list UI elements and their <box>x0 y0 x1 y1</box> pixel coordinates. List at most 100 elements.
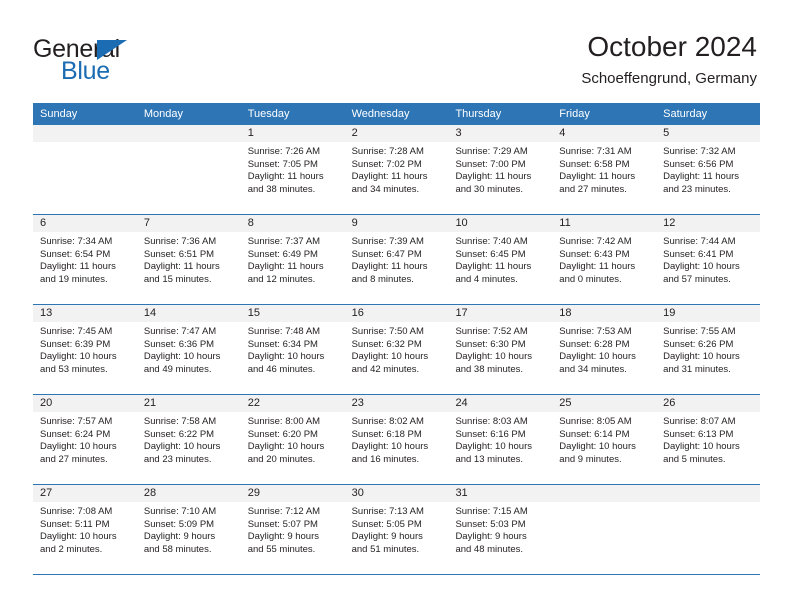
day-number: 3 <box>455 127 462 139</box>
day-info-line: and 46 minutes. <box>247 363 316 375</box>
day-cell[interactable]: 25 Sunrise: 8:05 AM Sunset: 6:14 PM Dayligh… <box>552 395 657 484</box>
day-info-line: Daylight: 10 hours <box>351 351 429 363</box>
day-cell[interactable]: 31 Sunrise: 7:15 AM Sunset: 5:03 PM Dayligh… <box>448 485 553 574</box>
day-number-band: 12 <box>656 215 761 232</box>
day-info-line: and 57 minutes. <box>663 273 731 285</box>
day-cell[interactable]: 4 Sunrise: 7:31 AM Sunset: 6:58 PM Daylight… <box>552 125 657 214</box>
day-cell[interactable]: 17 Sunrise: 7:52 AM Sunset: 6:30 PM Dayligh… <box>448 305 553 394</box>
day-cell[interactable]: 30 Sunrise: 7:13 AM Sunset: 5:05 PM Dayligh… <box>344 485 449 574</box>
day-sun-info: Sunrise: 7:13 AM Sunset: 5:05 PM Daylight:… <box>345 502 449 556</box>
day-cell[interactable]: 28 Sunrise: 7:10 AM Sunset: 5:09 PM Dayligh… <box>136 485 241 574</box>
day-number: 12 <box>663 217 676 229</box>
day-info-line: Sunrise: 7:37 AM <box>247 236 321 247</box>
day-cell[interactable]: 15 Sunrise: 7:48 AM Sunset: 6:34 PM Dayligh… <box>240 305 345 394</box>
day-info-line: Sunrise: 7:57 AM <box>40 416 113 427</box>
day-cell[interactable]: 21 Sunrise: 7:58 AM Sunset: 6:22 PM Dayligh… <box>136 395 241 484</box>
day-info-line: Sunrise: 7:15 AM <box>455 506 528 517</box>
calendar-grid: Sunday Monday Tuesday Wednesday Thursday Frid… <box>33 103 761 575</box>
day-cell[interactable]: 20 Sunrise: 7:57 AM Sunset: 6:24 PM Dayligh… <box>33 395 137 484</box>
day-number-band: 1 <box>240 125 345 142</box>
day-sun-info <box>33 142 137 146</box>
day-cell[interactable]: 3 Sunrise: 7:29 AM Sunset: 7:00 PM Daylight… <box>448 125 553 214</box>
day-cell[interactable]: 14 Sunrise: 7:47 AM Sunset: 6:36 PM Dayligh… <box>136 305 241 394</box>
day-cell[interactable]: 23 Sunrise: 8:02 AM Sunset: 6:18 PM Dayligh… <box>344 395 449 484</box>
day-cell[interactable]: 7 Sunrise: 7:36 AM Sunset: 6:51 PM Daylight… <box>136 215 241 304</box>
day-cell[interactable]: 9 Sunrise: 7:39 AM Sunset: 6:47 PM Daylight… <box>344 215 449 304</box>
day-number: 31 <box>455 487 468 499</box>
day-info-line: and 51 minutes. <box>351 543 420 555</box>
day-info-line: and 34 minutes. <box>351 183 420 195</box>
day-info-line: Daylight: 11 hours <box>143 261 220 273</box>
day-info-line: Sunset: 5:09 PM <box>143 518 215 530</box>
day-info-line: Daylight: 11 hours <box>40 261 116 273</box>
day-info-line: Sunrise: 7:58 AM <box>143 416 217 427</box>
day-sun-info: Sunrise: 7:08 AM Sunset: 5:11 PM Daylight:… <box>33 502 137 556</box>
day-info-line: Daylight: 10 hours <box>351 441 429 453</box>
day-info-line: Daylight: 11 hours <box>247 261 324 273</box>
day-number: 25 <box>559 397 572 409</box>
day-cell[interactable]: 18 Sunrise: 7:53 AM Sunset: 6:28 PM Dayligh… <box>552 305 657 394</box>
day-info-line: and 55 minutes. <box>247 543 316 555</box>
day-info-line: Sunrise: 7:29 AM <box>455 146 528 157</box>
day-info-line: and 27 minutes. <box>40 453 108 465</box>
day-cell[interactable]: 13 Sunrise: 7:45 AM Sunset: 6:39 PM Dayligh… <box>33 305 137 394</box>
day-cell[interactable]: 22 Sunrise: 8:00 AM Sunset: 6:20 PM Dayligh… <box>240 395 345 484</box>
day-info-line: Sunset: 6:28 PM <box>559 338 630 350</box>
day-cell[interactable]: 1 Sunrise: 7:26 AM Sunset: 7:05 PM Daylight… <box>240 125 345 214</box>
day-cell[interactable]: 2 Sunrise: 7:28 AM Sunset: 7:02 PM Daylight… <box>344 125 449 214</box>
day-sun-info: Sunrise: 7:28 AM Sunset: 7:02 PM Daylight:… <box>345 142 449 196</box>
weekday-header-row: Sunday Monday Tuesday Wednesday Thursday Frid… <box>33 103 760 125</box>
day-cell[interactable]: 19 Sunrise: 7:55 AM Sunset: 6:26 PM Dayligh… <box>656 305 761 394</box>
day-number: 11 <box>559 217 571 229</box>
day-info-line: Daylight: 10 hours <box>559 351 636 363</box>
day-cell[interactable]: 24 Sunrise: 8:03 AM Sunset: 6:16 PM Dayligh… <box>448 395 553 484</box>
week-row: 13 Sunrise: 7:45 AM Sunset: 6:39 PM Dayligh… <box>33 305 761 395</box>
day-cell[interactable]: 27 Sunrise: 7:08 AM Sunset: 5:11 PM Dayligh… <box>33 485 137 574</box>
day-cell-empty <box>656 485 761 574</box>
day-info-line: Daylight: 10 hours <box>559 441 636 453</box>
day-number-band: 22 <box>240 395 345 412</box>
day-sun-info: Sunrise: 7:36 AM Sunset: 6:51 PM Daylight:… <box>137 232 241 286</box>
day-number-band: 13 <box>33 305 137 322</box>
day-sun-info <box>656 502 760 506</box>
day-cell[interactable]: 16 Sunrise: 7:50 AM Sunset: 6:32 PM Dayligh… <box>344 305 449 394</box>
day-cell[interactable]: 29 Sunrise: 7:12 AM Sunset: 5:07 PM Dayligh… <box>240 485 345 574</box>
day-cell[interactable]: 8 Sunrise: 7:37 AM Sunset: 6:49 PM Daylight… <box>240 215 345 304</box>
day-info-line: Sunset: 6:36 PM <box>143 338 215 350</box>
day-info-line: Sunset: 6:32 PM <box>351 338 422 350</box>
day-info-line: Sunset: 7:00 PM <box>455 158 526 170</box>
day-info-line: Sunset: 6:24 PM <box>40 428 111 440</box>
day-info-line: Sunset: 6:20 PM <box>247 428 318 440</box>
day-info-line: Sunset: 5:03 PM <box>455 518 526 530</box>
day-info-line: Sunrise: 7:55 AM <box>663 326 736 337</box>
weekday-header-tuesday: Tuesday <box>247 108 290 120</box>
day-number-band: 10 <box>448 215 553 232</box>
day-number: 26 <box>663 397 676 409</box>
day-cell[interactable]: 26 Sunrise: 8:07 AM Sunset: 6:13 PM Dayligh… <box>656 395 761 484</box>
day-info-line: and 5 minutes. <box>663 453 726 465</box>
day-info-line: and 2 minutes. <box>40 543 103 555</box>
day-sun-info: Sunrise: 7:34 AM Sunset: 6:54 PM Daylight:… <box>33 232 137 286</box>
day-info-line: Sunset: 6:56 PM <box>663 158 734 170</box>
day-cell[interactable]: 6 Sunrise: 7:34 AM Sunset: 6:54 PM Daylight… <box>33 215 137 304</box>
day-cell[interactable]: 5 Sunrise: 7:32 AM Sunset: 6:56 PM Daylight… <box>656 125 761 214</box>
day-number-band: 24 <box>448 395 553 412</box>
day-info-line: and 53 minutes. <box>40 363 108 375</box>
day-number-band: 25 <box>552 395 657 412</box>
day-number-band <box>33 125 137 142</box>
day-sun-info: Sunrise: 7:29 AM Sunset: 7:00 PM Daylight:… <box>448 142 552 196</box>
day-number-band: 26 <box>656 395 761 412</box>
day-info-line: Sunrise: 7:34 AM <box>40 236 113 247</box>
day-info-line: Sunset: 6:54 PM <box>40 248 111 260</box>
day-number: 22 <box>247 397 260 409</box>
day-info-line: Sunset: 7:02 PM <box>351 158 422 170</box>
day-info-line: Daylight: 10 hours <box>663 261 740 273</box>
day-cell[interactable]: 11 Sunrise: 7:42 AM Sunset: 6:43 PM Dayligh… <box>552 215 657 304</box>
day-cell[interactable]: 12 Sunrise: 7:44 AM Sunset: 6:41 PM Dayligh… <box>656 215 761 304</box>
day-sun-info: Sunrise: 7:40 AM Sunset: 6:45 PM Daylight:… <box>448 232 552 286</box>
day-info-line: Sunset: 6:45 PM <box>455 248 526 260</box>
day-cell[interactable]: 10 Sunrise: 7:40 AM Sunset: 6:45 PM Dayligh… <box>448 215 553 304</box>
day-number-band: 21 <box>136 395 241 412</box>
day-info-line: Daylight: 10 hours <box>143 351 221 363</box>
day-info-line: and 13 minutes. <box>455 453 524 465</box>
